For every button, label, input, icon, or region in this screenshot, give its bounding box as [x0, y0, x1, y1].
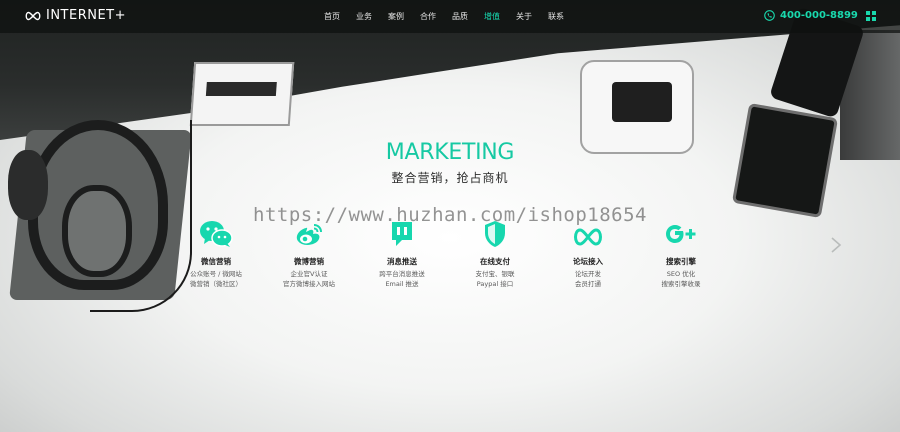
feature-desc: SEO 优化 搜索引擎收录 — [661, 270, 701, 288]
top-navbar: INTERNET+ 首页 业务 案例 合作 品质 增值 关于 联系 400-00… — [0, 0, 900, 33]
main-nav: 首页 业务 案例 合作 品质 增值 关于 联系 — [316, 0, 572, 33]
logo-text: INTERNET+ — [46, 8, 127, 23]
nav-item-quality[interactable]: 品质 — [444, 0, 476, 33]
nav-item-cases[interactable]: 案例 — [380, 0, 412, 33]
usb-hub-shape — [189, 62, 295, 126]
feature-desc: 企业官V认证 官方微博接入网站 — [283, 270, 335, 288]
nav-item-business[interactable]: 业务 — [348, 0, 380, 33]
feature-list: 微信营销 公众账号 / 微网站 微营销（微社区） 微博营销 企业官V认证 官方微… — [171, 214, 731, 294]
phone-contact[interactable]: 400-000-8899 — [764, 10, 858, 21]
feature-name: 微博营销 — [294, 257, 324, 266]
feature-name: 在线支付 — [480, 257, 510, 266]
nav-item-value-added[interactable]: 增值 — [476, 0, 508, 33]
feature-name: 消息推送 — [387, 257, 417, 266]
chevron-right-icon[interactable] — [829, 236, 843, 254]
hero-subtitle: 整合营销，抢占商机 — [391, 171, 509, 185]
phone-number: 400-000-8899 — [780, 10, 858, 21]
menu-grid-icon[interactable] — [866, 11, 876, 21]
feature-desc: 跨平台消息推送 Email 推送 — [379, 270, 425, 288]
feature-desc: 支付宝、银联 Paypal 接口 — [475, 270, 515, 288]
feature-desc: 公众账号 / 微网站 微营销（微社区） — [190, 270, 242, 288]
nav-item-contact[interactable]: 联系 — [540, 0, 572, 33]
feature-name: 微信营销 — [201, 257, 231, 266]
nav-item-home[interactable]: 首页 — [316, 0, 348, 33]
infinity-icon — [574, 228, 602, 246]
feature-name: 论坛接入 — [573, 257, 603, 266]
phone-icon — [764, 10, 775, 21]
hero-title: MARKETING — [385, 140, 515, 165]
nav-item-cooperation[interactable]: 合作 — [412, 0, 444, 33]
site-logo[interactable]: INTERNET+ — [24, 8, 126, 23]
watermark-text: https://www.huzhan.com/ishop18654 — [253, 204, 647, 226]
feature-name: 搜索引擎 — [666, 257, 696, 266]
feature-desc: 论坛开发 会员打通 — [575, 270, 601, 288]
nav-item-about[interactable]: 关于 — [508, 0, 540, 33]
infinity-logo-icon — [25, 11, 41, 20]
